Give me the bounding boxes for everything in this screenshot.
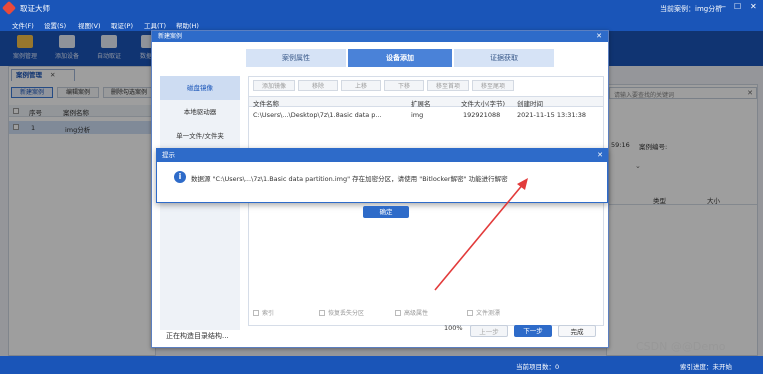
item-count-status: 当前项目数：0 bbox=[516, 363, 560, 371]
index-progress-status: 索引进度：未开始 bbox=[680, 363, 732, 371]
annotation-arrow bbox=[434, 178, 528, 291]
status-bar: 当前项目数：0 索引进度：未开始 bbox=[0, 356, 763, 374]
watermark: CSDN @@Demo bbox=[636, 340, 726, 353]
